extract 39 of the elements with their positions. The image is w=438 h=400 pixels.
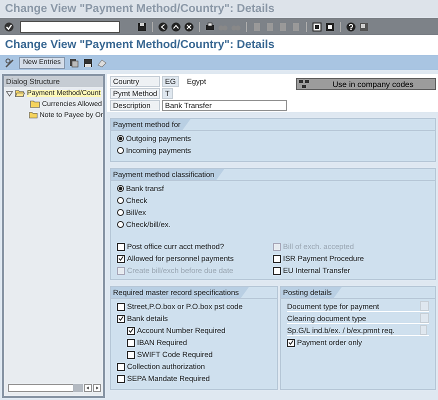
checkbox[interactable] <box>117 362 125 370</box>
checkbox[interactable] <box>273 266 281 274</box>
checkbox[interactable] <box>127 326 135 334</box>
scroll-left-icon[interactable] <box>84 384 92 392</box>
checkbox[interactable] <box>117 374 125 382</box>
checkbox[interactable] <box>117 254 125 262</box>
checkbox[interactable] <box>117 242 125 250</box>
confirm-icon[interactable] <box>4 22 14 32</box>
expanded-caret-icon[interactable] <box>6 90 13 96</box>
checkbox[interactable] <box>117 314 125 322</box>
checkbox[interactable] <box>127 350 135 358</box>
hierarchy-icon[interactable] <box>299 80 309 88</box>
checkbox[interactable] <box>287 338 295 346</box>
checkbox[interactable] <box>117 302 125 310</box>
radio-button[interactable] <box>117 135 124 142</box>
scrollbar-thumb[interactable] <box>73 384 83 392</box>
radio-button[interactable] <box>117 197 124 204</box>
copy-icon[interactable] <box>68 58 79 68</box>
printer-icon[interactable] <box>205 22 215 32</box>
scroll-right-icon[interactable] <box>93 384 101 392</box>
monitor-icon[interactable] <box>359 22 369 32</box>
checkbox[interactable] <box>127 338 135 346</box>
floppy-icon[interactable] <box>82 58 93 68</box>
screen-title: Change View "Payment Method/Country": Details <box>5 39 274 51</box>
radio-button[interactable] <box>117 185 124 192</box>
up-arrow-icon[interactable] <box>171 22 181 32</box>
radio-button[interactable] <box>117 147 124 154</box>
eraser-icon[interactable] <box>96 58 107 68</box>
radio-button[interactable] <box>117 209 124 216</box>
help-icon[interactable] <box>346 22 356 32</box>
radio-button[interactable] <box>117 221 124 228</box>
window-title: Change View "Payment Method/Country": Details <box>5 3 274 15</box>
open-folder-icon[interactable] <box>15 89 25 97</box>
cancel-icon[interactable] <box>184 22 194 32</box>
checkbox[interactable] <box>273 254 281 262</box>
command-field[interactable] <box>20 20 120 32</box>
back-icon[interactable] <box>158 22 168 32</box>
use-in-company-codes-button[interactable]: Use in company codes <box>296 78 436 90</box>
floppy-icon[interactable] <box>137 22 147 32</box>
